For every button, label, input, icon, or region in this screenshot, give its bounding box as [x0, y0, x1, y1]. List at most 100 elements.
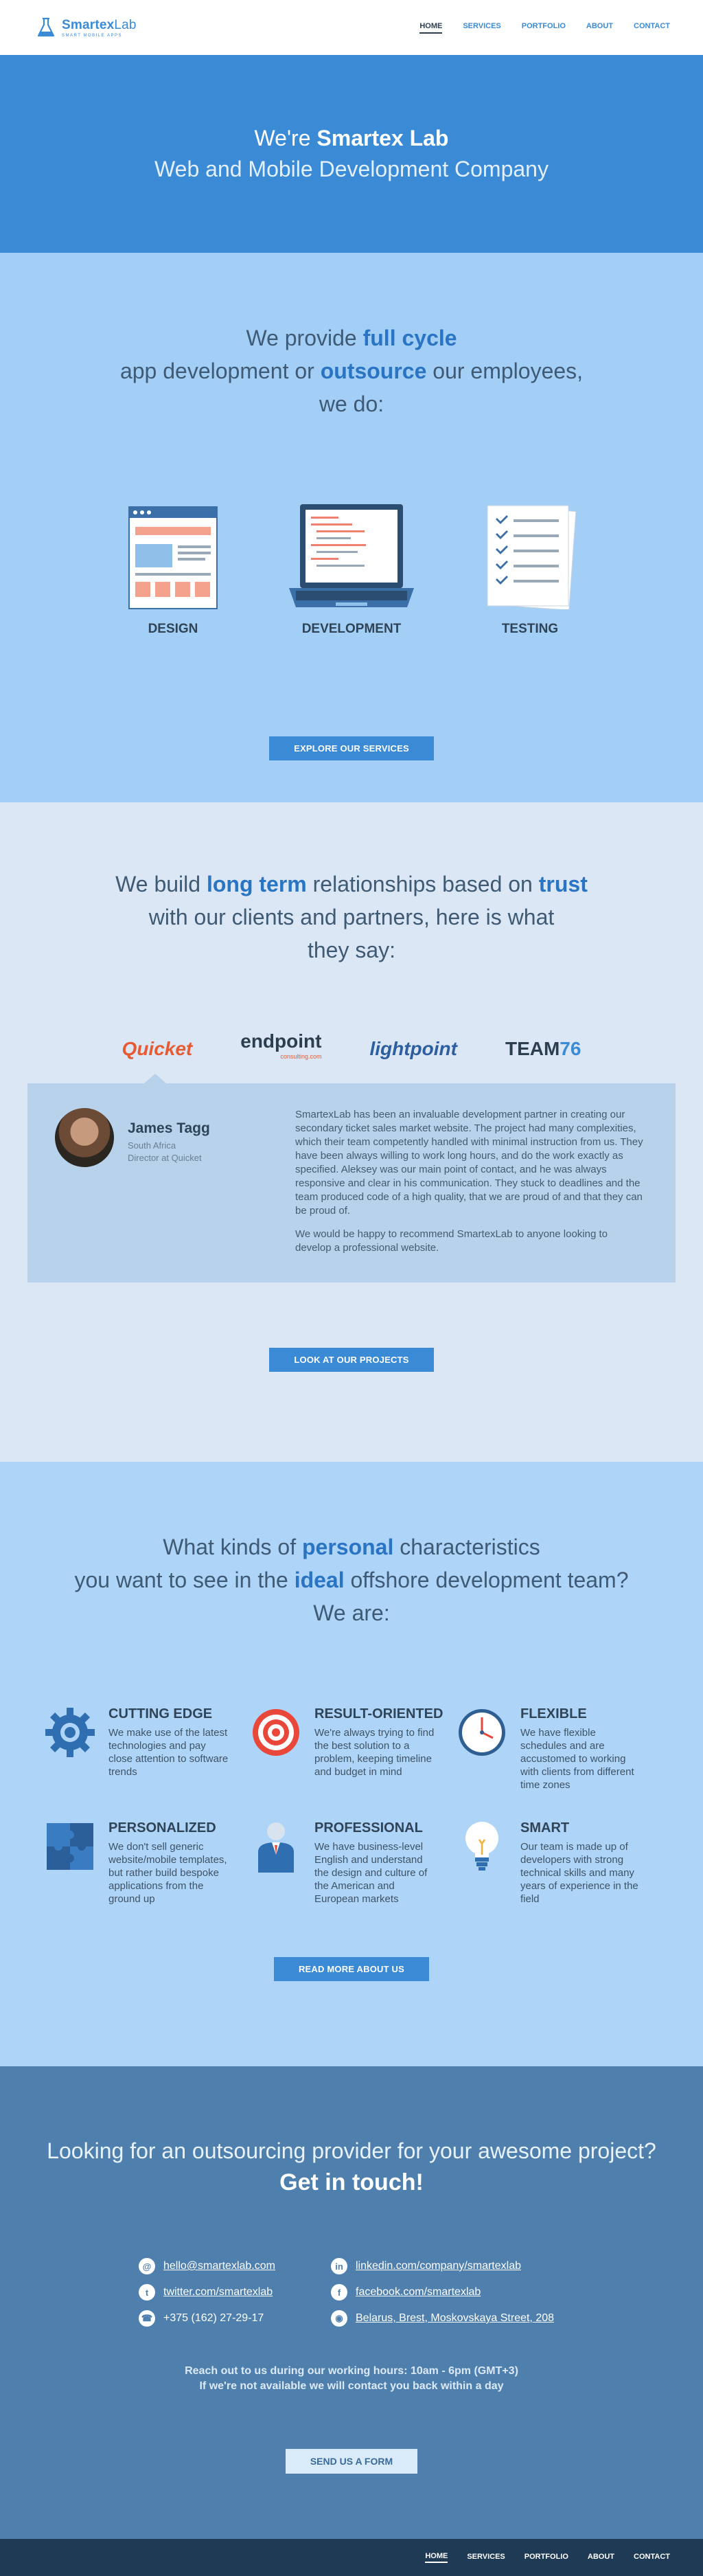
service-development[interactable]: DEVELOPMENT: [289, 499, 414, 637]
contact-address: ◉ Belarus, Brest, Moskovskaya Street, 208: [331, 2310, 564, 2327]
contact-heading: Looking for an outsourcing provider for …: [47, 2138, 656, 2163]
gear-icon: [45, 1708, 95, 1757]
nav-portfolio[interactable]: PORTFOLIO: [522, 22, 566, 34]
traits-section: What kinds of personal characteristics y…: [0, 1462, 703, 2066]
service-design[interactable]: DESIGN: [125, 499, 221, 637]
service-testing-label: TESTING: [501, 622, 559, 636]
linkedin-icon: in: [331, 2258, 347, 2274]
testimonial-paragraph-2: We would be happy to recommend SmartexLa…: [295, 1228, 608, 1254]
trait-text: We have business-level English and under…: [314, 1841, 428, 1905]
testimonial-author: James Tagg South Africa Director at Quic…: [55, 1108, 275, 1255]
look-at-projects-button[interactable]: LOOK AT OUR PROJECTS: [269, 1348, 434, 1372]
client-logo-team76[interactable]: TEAM76: [505, 1038, 581, 1060]
trait-text: We make use of the latest technologies a…: [108, 1727, 229, 1778]
trait-text: We're always trying to find the best sol…: [314, 1727, 435, 1778]
hours-line-1: Reach out to us during our working hours…: [185, 2365, 518, 2377]
service-development-label: DEVELOPMENT: [301, 622, 402, 636]
phone-icon: ☎: [139, 2310, 155, 2327]
logo-name: SmartexLab: [62, 17, 137, 32]
client-logo-quicket[interactable]: Quicket: [122, 1038, 193, 1060]
address-link[interactable]: Belarus, Brest, Moskovskaya Street, 208: [356, 2312, 554, 2325]
testimonial-paragraph-1: SmartexLab has been an invaluable develo…: [295, 1109, 643, 1217]
avatar: [55, 1108, 114, 1167]
trait-title: CUTTING EDGE: [108, 1706, 213, 1721]
clients-heading: We build long term relationships based o…: [115, 872, 588, 962]
laptop-illustration-icon: [289, 504, 414, 607]
contact-phone: ☎ +375 (162) 27-29-17: [139, 2310, 317, 2327]
nav-home[interactable]: HOME: [419, 22, 443, 34]
service-testing[interactable]: TESTING: [482, 499, 578, 637]
read-more-about-us-button[interactable]: READ MORE ABOUT US: [273, 1957, 430, 1981]
trait-title: FLEXIBLE: [520, 1706, 587, 1721]
service-design-label: DESIGN: [148, 622, 198, 636]
person-icon: [258, 1822, 294, 1873]
hours-line-2: If we're not available we will contact y…: [199, 2380, 504, 2392]
trait-text: We don't sell generic website/mobile tem…: [108, 1841, 227, 1905]
contact-section: Looking for an outsourcing provider for …: [0, 2066, 703, 2539]
hero-subtitle: Web and Mobile Development Company: [154, 157, 549, 181]
trait-result-oriented: RESULT-ORIENTED We're always trying to fi…: [249, 1705, 454, 1792]
hero-title: We're Smartex Lab: [254, 126, 449, 150]
services-section: We provide full cycle app development or…: [0, 253, 703, 802]
linkedin-link[interactable]: linkedin.com/company/smartexlab: [356, 2260, 521, 2272]
flask-logo-icon: [37, 17, 55, 37]
traits-grid: CUTTING EDGE We make use of the latest te…: [43, 1705, 660, 1906]
trait-smart: SMART Our team is made up of developers w…: [454, 1819, 660, 1906]
page: SmartexLab SMART MOBILE APPS HOME SERVIC…: [0, 0, 703, 2576]
logo-tagline: SMART MOBILE APPS: [62, 33, 122, 38]
trait-title: SMART: [520, 1820, 570, 1835]
client-logos: Quicket endpoint consulting.com lightpoi…: [0, 1032, 703, 1064]
puzzle-icon: [47, 1823, 93, 1870]
send-form-button[interactable]: SEND US A FORM: [285, 2449, 418, 2474]
nav-contact[interactable]: CONTACT: [634, 22, 670, 34]
mail-icon: @: [139, 2258, 155, 2274]
nav-about[interactable]: ABOUT: [586, 22, 613, 34]
footer-nav-portfolio[interactable]: PORTFOLIO: [525, 2553, 568, 2562]
logo[interactable]: SmartexLab SMART MOBILE APPS: [36, 16, 137, 38]
footer-nav: HOME SERVICES PORTFOLIO ABOUT CONTACT: [0, 2539, 703, 2576]
clients-section: We build long term relationships based o…: [0, 802, 703, 1462]
footer-nav-about[interactable]: ABOUT: [588, 2553, 614, 2562]
trait-title: RESULT-ORIENTED: [314, 1706, 443, 1721]
clock-icon: [459, 1709, 505, 1756]
contact-subheading: Get in touch!: [279, 2169, 424, 2195]
author-role: Director at Quicket: [128, 1153, 202, 1163]
traits-heading: What kinds of personal characteristics y…: [74, 1535, 629, 1625]
testimonial-text: SmartexLab has been an invaluable develo…: [275, 1108, 645, 1255]
contact-facebook: f facebook.com/smartexlab: [331, 2284, 564, 2301]
trait-cutting-edge: CUTTING EDGE We make use of the latest te…: [43, 1705, 249, 1792]
testimonial-card: James Tagg South Africa Director at Quic…: [27, 1074, 676, 1283]
services-heading: We provide full cycle app development or…: [119, 326, 584, 416]
trait-title: PERSONALIZED: [108, 1820, 216, 1835]
footer-nav-contact[interactable]: CONTACT: [634, 2553, 670, 2562]
hero-section: We're Smartex Lab Web and Mobile Develop…: [0, 55, 703, 253]
header: SmartexLab SMART MOBILE APPS HOME SERVIC…: [0, 0, 703, 55]
footer-nav-services[interactable]: SERVICES: [467, 2553, 505, 2562]
services-list: DESIGN DEVELOPMENT TESTING: [0, 499, 703, 637]
trait-professional: PROFESSIONAL We have business-level Engli…: [249, 1819, 454, 1906]
contact-links: @ hello@smartexlab.com in linkedin.com/com…: [139, 2258, 564, 2327]
design-illustration-icon: [128, 506, 218, 609]
nav-services[interactable]: SERVICES: [463, 22, 500, 34]
facebook-link[interactable]: facebook.com/smartexlab: [356, 2286, 481, 2298]
facebook-icon: f: [331, 2284, 347, 2301]
main-nav: HOME SERVICES PORTFOLIO ABOUT CONTACT: [419, 22, 670, 34]
contact-email: @ hello@smartexlab.com: [139, 2258, 317, 2274]
twitter-icon: t: [139, 2284, 155, 2301]
client-logo-lightpoint[interactable]: lightpoint: [369, 1038, 457, 1060]
bulb-icon: [465, 1822, 498, 1871]
trait-text: Our team is made up of developers with s…: [520, 1841, 638, 1905]
target-icon: [253, 1709, 299, 1756]
trait-title: PROFESSIONAL: [314, 1820, 423, 1835]
checklist-illustration-icon: [487, 505, 577, 609]
footer-nav-home[interactable]: HOME: [425, 2552, 448, 2563]
author-country: South Africa: [128, 1140, 176, 1151]
explore-services-button[interactable]: EXPLORE OUR SERVICES: [269, 736, 434, 760]
phone-number[interactable]: +375 (162) 27-29-17: [163, 2312, 264, 2325]
client-logo-endpoint[interactable]: endpoint consulting.com: [240, 1032, 321, 1064]
trait-personalized: PERSONALIZED We don't sell generic websit…: [43, 1819, 249, 1906]
email-link[interactable]: hello@smartexlab.com: [163, 2260, 275, 2272]
pin-icon: ◉: [331, 2310, 347, 2327]
twitter-link[interactable]: twitter.com/smartexlab: [163, 2286, 273, 2298]
trait-flexible: FLEXIBLE We have flexible schedules and a…: [454, 1705, 660, 1792]
